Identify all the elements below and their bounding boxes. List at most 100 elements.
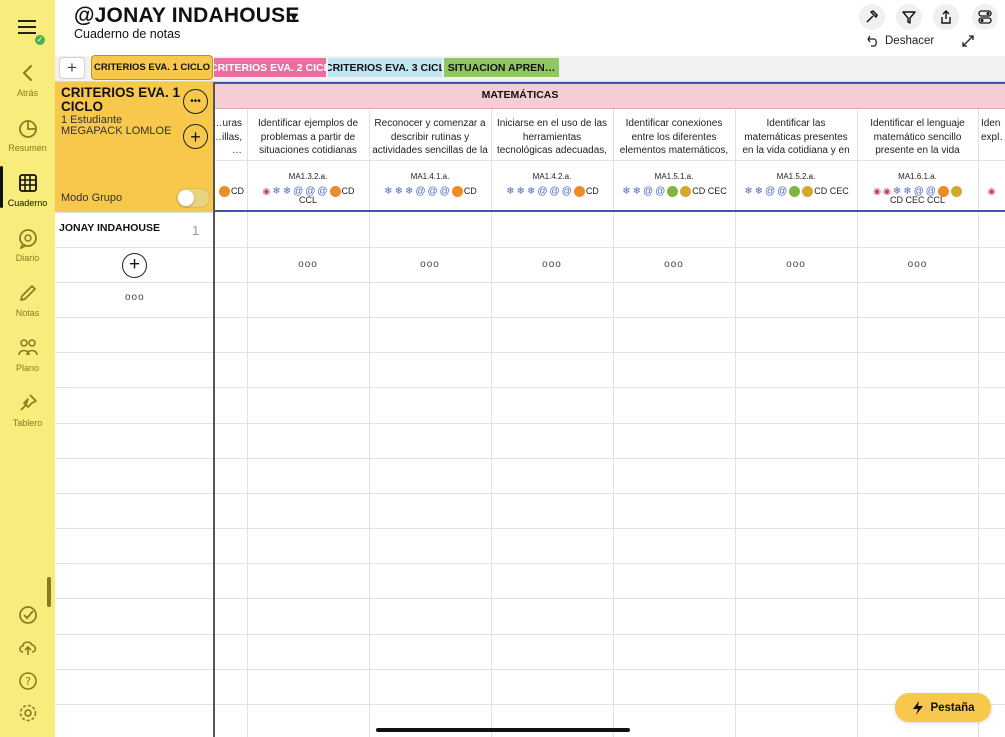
add-tab-button[interactable]: + [59, 57, 85, 79]
group-more-button[interactable]: ••• [183, 89, 208, 114]
competence-icons: CD [215, 184, 247, 198]
grid-line [55, 458, 1005, 459]
expand-icon [962, 35, 974, 47]
cloud-upload-icon [18, 641, 36, 655]
sidebar-item-tablero[interactable]: Tablero [0, 392, 55, 428]
settings-button[interactable] [0, 702, 55, 728]
expand-button[interactable] [960, 33, 976, 54]
group-mode-toggle[interactable] [176, 188, 210, 208]
page-title[interactable]: @JONAY INDAHOUSE [74, 4, 300, 28]
cell-more-button[interactable]: ooo [491, 259, 613, 270]
snowflake-icon: ❄ [506, 185, 515, 197]
cell-more-button[interactable]: ooo [613, 259, 735, 270]
header-separator [215, 210, 1005, 212]
eye-icon: ◉ [987, 185, 996, 196]
sidebar-scrollbar[interactable] [47, 577, 51, 607]
title-dropdown-caret[interactable]: ▼ [288, 10, 300, 24]
student-name[interactable]: JONAY INDAHOUSE [59, 222, 160, 234]
snowflake-icon: ❄ [526, 185, 536, 197]
page-subtitle: Cuaderno de notas [74, 27, 181, 41]
tab-criterios-eva-2[interactable]: CRITERIOS EVA. 2 CICL [214, 58, 326, 77]
competence-badge-icon [667, 185, 679, 197]
criterion-text[interactable]: Iden… expl… [981, 117, 1002, 157]
sidebar-item-notas[interactable]: Notas [0, 282, 55, 318]
add-student-button[interactable]: + [122, 253, 147, 278]
undo-button[interactable]: Deshacer [864, 33, 934, 49]
criterion-text[interactable]: Identificar las matemáticas presentes en… [738, 117, 854, 157]
cell-more-button[interactable]: ooo [369, 259, 491, 270]
filter-icon [902, 11, 916, 24]
competence-icons: ❄ ❄ ❄ @ @ @ CD [491, 184, 613, 198]
cloud-upload-button[interactable] [0, 636, 55, 662]
criterion-text[interactable]: …uras …illas, …ades y [212, 117, 242, 157]
share-icon [941, 10, 951, 24]
filter-button[interactable] [896, 4, 922, 30]
help-button[interactable]: ? [0, 670, 55, 696]
at-icon: @ [642, 185, 654, 197]
competence-icons: ❄ ❄ @ @ CD CEC [735, 184, 857, 198]
pestana-button[interactable]: Pestaña [895, 693, 991, 722]
frozen-column-divider[interactable] [213, 82, 215, 737]
criterion-text[interactable]: Identificar conexiones entre los diferen… [616, 117, 732, 157]
competence-labels: CD CEC [814, 186, 849, 196]
sidebar-item-label: Cuaderno [7, 198, 48, 208]
grid-line [55, 212, 213, 213]
cell-more-button[interactable]: ooo [735, 259, 857, 270]
at-icon: @ [537, 185, 548, 197]
tab-criterios-eva-1[interactable]: CRITERIOS EVA. 1 CICLO [91, 55, 213, 80]
sidebar: ✓ Atrás Resumen Cuaderno Diario Notas Pl… [0, 0, 55, 737]
criterion-text[interactable]: Iniciarse en el uso de las herramientas … [494, 117, 610, 157]
criterion-code: MA1.6.1.a. [898, 172, 937, 181]
home-indicator [376, 728, 630, 732]
cell-more-button[interactable]: ooo [247, 259, 369, 270]
sidebar-item-cuaderno[interactable]: Cuaderno [0, 166, 55, 208]
cell-more-button[interactable]: ooo [857, 259, 978, 270]
at-icon: @ [415, 185, 426, 197]
share-button[interactable] [933, 4, 959, 30]
criterion-text[interactable]: Reconocer y comenzar a describir rutinas… [372, 117, 488, 157]
sidebar-item-atras[interactable]: Atrás [0, 62, 55, 98]
group-add-button[interactable]: + [183, 124, 208, 149]
column-line [369, 109, 370, 737]
sidebar-item-label: Atrás [16, 88, 38, 98]
group-card[interactable]: CRITERIOS EVA. 1 CICLO 1 Estudiante MEGA… [55, 82, 213, 212]
criterion-text[interactable]: Identificar ejemplos de problemas a part… [250, 117, 366, 157]
sidebar-item-label: Diario [15, 253, 40, 263]
hamburger-icon [18, 20, 36, 34]
pencil-icon [19, 285, 36, 301]
competence-labels: CD CEC [692, 186, 727, 196]
competence-labels: CD [463, 186, 477, 196]
sidebar-item-diario[interactable]: Diario [0, 227, 55, 263]
column-line [978, 109, 979, 737]
grid-line [55, 669, 1005, 670]
grid-line [55, 528, 1005, 529]
snowflake-icon: ❄ [404, 185, 414, 197]
grid-line [55, 598, 1005, 599]
at-icon: @ [427, 185, 438, 197]
hammer-icon [866, 10, 878, 23]
question-icon: ? [18, 672, 37, 690]
at-icon: @ [655, 185, 666, 197]
competence-labels: CD [231, 186, 244, 196]
competence-badge-icon [802, 185, 814, 197]
sync-status-badge: ✓ [33, 33, 47, 47]
criterion-code: MA1.5.2.a. [776, 172, 816, 181]
undo-icon [867, 35, 877, 47]
more-options-button[interactable]: ooo [125, 292, 145, 303]
sidebar-item-resumen[interactable]: Resumen [0, 117, 55, 153]
tab-situacion-aprendizaje[interactable]: SITUACION APREN… [444, 58, 559, 77]
pie-chart-icon [18, 120, 37, 138]
sidebar-item-label: Notas [15, 308, 40, 318]
column-line [613, 109, 614, 737]
snowflake-icon: ❄ [622, 185, 631, 197]
criterion-text[interactable]: Identificar el lenguaje matemático senci… [860, 117, 975, 157]
checklist-button[interactable] [0, 604, 55, 630]
competence-badge-icon [451, 185, 463, 197]
toggles-button[interactable] [972, 4, 998, 30]
sidebar-item-plano[interactable]: Plano [0, 337, 55, 373]
tools-button[interactable] [859, 4, 885, 30]
tab-criterios-eva-3[interactable]: CRITERIOS EVA. 3 CICL [328, 58, 442, 77]
column-line [491, 109, 492, 737]
people-icon [17, 339, 38, 356]
subject-label: MATEMÁTICAS [481, 89, 559, 101]
